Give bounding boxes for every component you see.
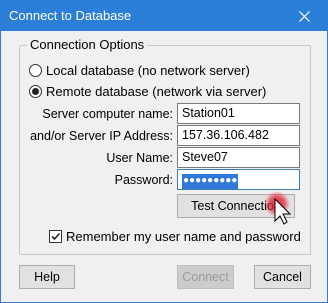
connect-dialog: Connect to Database Connection Options L… bbox=[0, 0, 328, 303]
window-title: Connect to Database bbox=[9, 8, 132, 23]
close-icon bbox=[299, 11, 310, 22]
cancel-button[interactable]: Cancel bbox=[254, 265, 311, 289]
remember-label: Remember my user name and password bbox=[66, 229, 301, 244]
radio-remote-database[interactable]: Remote database (network via server) bbox=[29, 83, 266, 99]
mouse-pointer-icon bbox=[264, 191, 292, 225]
radio-local-label: Local database (no network server) bbox=[46, 62, 250, 78]
help-button[interactable]: Help bbox=[19, 265, 75, 289]
remember-checkbox-row[interactable]: Remember my user name and password bbox=[49, 229, 301, 244]
radio-remote-indicator[interactable] bbox=[29, 84, 42, 98]
user-name-input[interactable]: Steve07 bbox=[177, 147, 300, 168]
server-name-label: Server computer name: bbox=[42, 107, 173, 121]
server-ip-input[interactable]: 157.36.106.482 bbox=[177, 125, 300, 146]
connect-button[interactable]: Connect bbox=[177, 265, 234, 289]
remember-checkbox[interactable] bbox=[49, 230, 62, 243]
server-name-input[interactable]: Station01 bbox=[177, 103, 300, 124]
checkmark-icon bbox=[51, 232, 61, 241]
password-label: Password: bbox=[114, 173, 173, 187]
title-bar: Connect to Database bbox=[1, 1, 327, 31]
user-name-label: User Name: bbox=[106, 151, 173, 165]
server-ip-label: and/or Server IP Address: bbox=[30, 129, 173, 143]
close-button[interactable] bbox=[282, 1, 327, 31]
group-title: Connection Options bbox=[27, 37, 148, 52]
radio-remote-label: Remote database (network via server) bbox=[46, 83, 267, 99]
radio-local-database[interactable]: Local database (no network server) bbox=[29, 62, 250, 78]
password-selection: ●●●●●●●●● bbox=[182, 174, 239, 189]
radio-local-indicator[interactable] bbox=[29, 63, 42, 77]
